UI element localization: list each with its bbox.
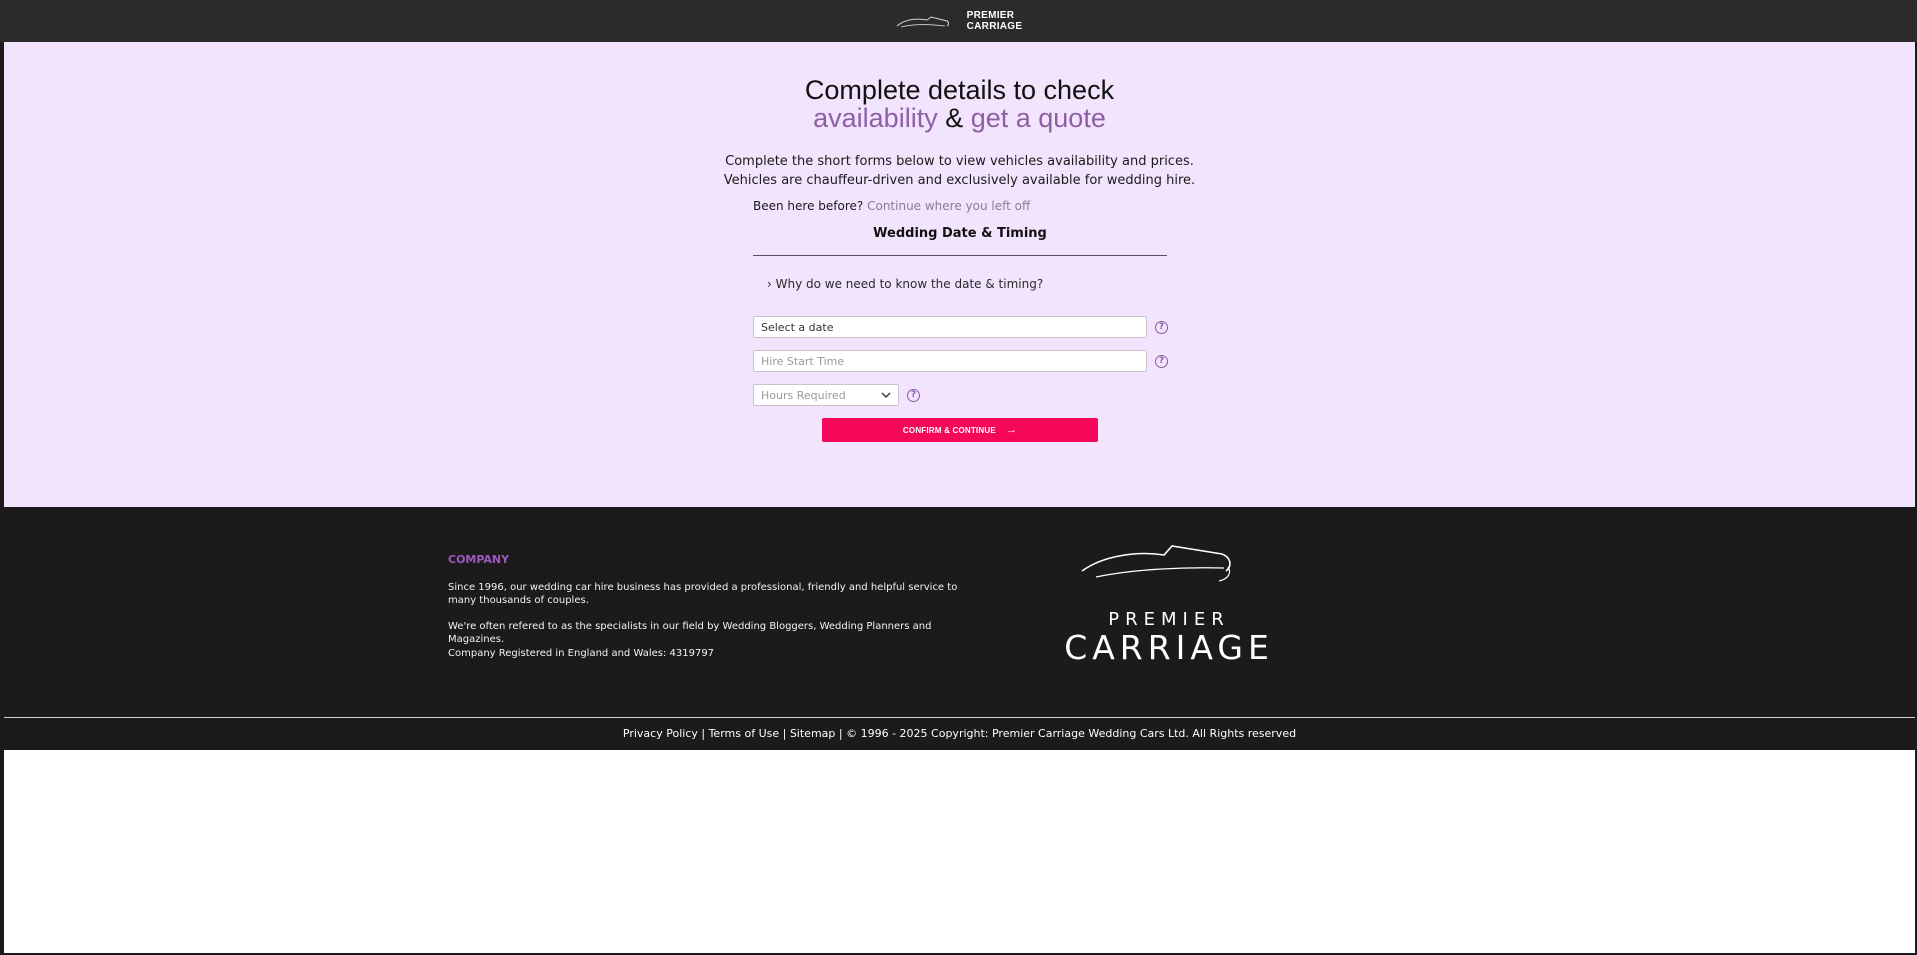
quote-form-section: Complete details to check availability &… [4, 42, 1915, 507]
hours-help-icon[interactable]: ? [907, 389, 920, 402]
intro-text: Complete the short forms below to view v… [4, 152, 1915, 190]
page-title-line2: availability & get a quote [4, 104, 1915, 132]
continue-link[interactable]: Continue where you left off [867, 199, 1030, 213]
title-accent-quote: get a quote [970, 103, 1106, 133]
legal-separator: | [779, 727, 790, 740]
legal-separator: | [835, 727, 847, 740]
intro-line1: Complete the short forms below to view v… [725, 154, 1194, 169]
intro-line2: Vehicles are chauffeur-driven and exclus… [723, 173, 1196, 188]
header-brand-line2: CARRIAGE [966, 21, 1023, 32]
returning-prompt: Been here before? Continue where you lef… [753, 199, 1030, 213]
footer-logo-line2: CARRIAGE [1064, 628, 1274, 667]
company-paragraph-2: We're often refered to as the specialist… [448, 621, 932, 645]
footer-logo-line1: PREMIER [1108, 609, 1230, 630]
company-heading: COMPANY [448, 553, 510, 566]
title-accent-availability: availability [813, 103, 938, 133]
date-field[interactable]: Select a date [753, 316, 1147, 338]
confirm-label: CONFIRM & CONTINUE [902, 425, 996, 435]
header-brand-line1: PREMIER [966, 10, 1015, 21]
car-silhouette-icon [1081, 545, 1231, 582]
chevron-down-icon [881, 392, 891, 398]
company-registration: Company Registered in England and Wales:… [448, 648, 715, 659]
date-field-value: Select a date [761, 320, 834, 334]
legal-separator: | [697, 727, 709, 740]
section-divider [753, 255, 1167, 256]
privacy-policy-link[interactable]: Privacy Policy [623, 727, 698, 740]
site-footer: COMPANY Since 1996, our wedding car hire… [4, 507, 1915, 717]
copyright-text: © 1996 - 2025 Copyright: Premier Carriag… [846, 727, 1297, 740]
legal-bar: Privacy Policy | Terms of Use | Sitemap … [4, 718, 1915, 750]
returning-prefix: Been here before? [753, 199, 864, 213]
page-title: Complete details to check availability &… [4, 76, 1915, 132]
footer-logo: PREMIER CARRIAGE [1034, 537, 1304, 666]
arrow-right-icon: → [1005, 424, 1018, 436]
company-paragraph-1: Since 1996, our wedding car hire busines… [448, 582, 958, 606]
start-time-field[interactable]: Hire Start Time [753, 350, 1147, 372]
section-title: Wedding Date & Timing [873, 226, 1047, 241]
car-silhouette-icon [896, 16, 949, 28]
hours-select[interactable]: Hours Required [753, 384, 899, 406]
date-help-icon[interactable]: ? [1155, 321, 1168, 334]
header-logo[interactable]: PREMIER CARRIAGE [895, 10, 1023, 32]
start-time-placeholder: Hire Start Time [761, 354, 845, 368]
confirm-continue-button[interactable]: CONFIRM & CONTINUE → [822, 418, 1098, 442]
sitemap-link[interactable]: Sitemap [790, 727, 836, 740]
header-brand-text: PREMIER CARRIAGE [967, 10, 1023, 32]
title-ampersand: & [937, 103, 971, 133]
terms-link[interactable]: Terms of Use [709, 727, 780, 740]
hours-placeholder: Hours Required [761, 388, 846, 402]
page-title-line1: Complete details to check [804, 75, 1115, 105]
time-help-icon[interactable]: ? [1155, 355, 1168, 368]
why-date-toggle[interactable]: › Why do we need to know the date & timi… [767, 277, 1043, 291]
site-header: PREMIER CARRIAGE [0, 0, 1917, 42]
